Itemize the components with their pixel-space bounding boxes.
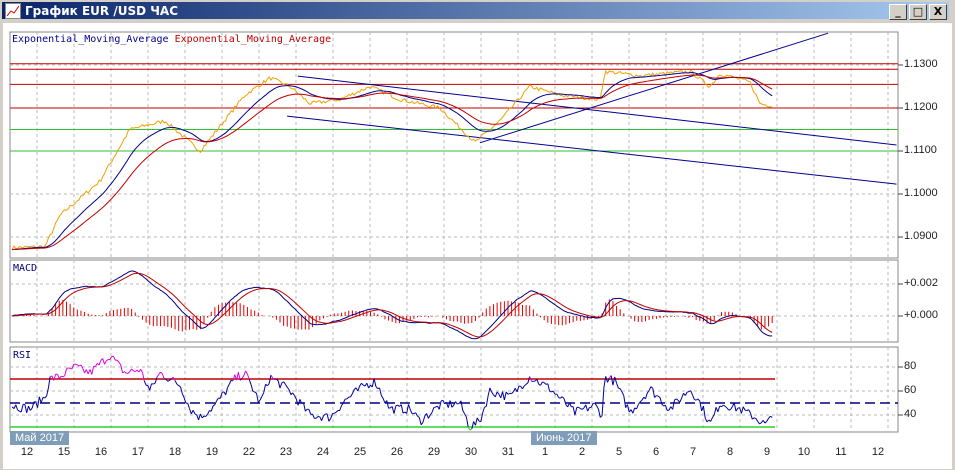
x-tick-label: 10 — [797, 446, 811, 458]
x-tick-label: 23 — [279, 446, 293, 458]
rsi-line-segment — [542, 381, 545, 384]
rsi-line-segment — [164, 378, 167, 380]
x-tick-label: 7 — [689, 446, 697, 458]
rsi-line-segment — [549, 390, 552, 393]
rsi-line-segment — [433, 406, 436, 409]
macd-tick-label: +0.000 — [904, 309, 938, 321]
rsi-line-segment — [686, 391, 690, 393]
rsi-line-segment — [484, 405, 487, 408]
price-tick-label: 1.1300 — [904, 58, 938, 70]
rsi-line-segment — [62, 375, 65, 378]
rsi-line-segment — [753, 417, 757, 419]
panel-frame-2 — [9, 346, 899, 433]
price-tick-label: 1.1100 — [904, 144, 937, 156]
rsi-line-segment — [274, 378, 277, 380]
rsi-tick-label: 60 — [904, 384, 917, 396]
x-tick-label: 25 — [353, 446, 367, 458]
x-tick-label: 2 — [578, 446, 586, 458]
rsi-line-segment — [656, 395, 659, 397]
x-tick-label: 8 — [726, 446, 734, 458]
rsi-label: RSI — [13, 350, 32, 361]
chart-plot[interactable] — [0, 0, 955, 470]
x-tick-label: 9 — [763, 446, 771, 458]
x-tick-label: 22 — [242, 446, 256, 458]
price-tick-label: 1.0900 — [904, 230, 938, 242]
x-tick-label: 26 — [390, 446, 404, 458]
rsi-line-segment — [68, 367, 71, 369]
x-tick-label: 31 — [501, 446, 515, 458]
x-tick-label: 30 — [464, 446, 478, 458]
x-tick-label: 16 — [94, 446, 108, 458]
x-tick-label: 5 — [615, 446, 623, 458]
legend-ema-fast: Exponential_Moving_Average — [12, 34, 169, 45]
x-tick-label: 15 — [57, 446, 71, 458]
x-tick-label: 12 — [20, 446, 34, 458]
panel-frame-0 — [9, 31, 899, 259]
rsi-tick-label: 80 — [904, 360, 917, 372]
rsi-line-segment — [252, 390, 255, 393]
macd-tick-label: +0.002 — [904, 277, 938, 289]
rsi-line-segment — [694, 399, 697, 401]
rsi-line-segment — [744, 409, 747, 412]
rsi-line-segment — [728, 409, 731, 411]
x-tick-label: 29 — [427, 446, 441, 458]
indicator-legend: Exponential_Moving_Average Exponential_M… — [12, 34, 331, 45]
x-tick-label: 19 — [205, 446, 219, 458]
month-label: Июнь 2017 — [531, 431, 597, 445]
x-tick-label: 1 — [541, 446, 549, 458]
rsi-line-segment — [618, 387, 621, 390]
x-tick-label: 11 — [835, 446, 847, 458]
x-tick-label: 18 — [168, 446, 182, 458]
x-tick-label: 12 — [871, 446, 885, 458]
x-tick-label: 6 — [652, 446, 660, 458]
rsi-line-segment — [457, 402, 460, 405]
month-label: Май 2017 — [10, 431, 70, 445]
price-tick-label: 1.1000 — [904, 187, 938, 199]
rsi-tick-label: 40 — [904, 408, 917, 420]
rsi-line-segment — [719, 405, 722, 408]
price-tick-label: 1.1200 — [904, 101, 938, 113]
x-tick-label: 24 — [316, 446, 330, 458]
x-tick-label: 17 — [131, 446, 145, 458]
macd-label: MACD — [13, 263, 38, 274]
legend-ema-slow: Exponential_Moving_Average — [174, 34, 332, 45]
